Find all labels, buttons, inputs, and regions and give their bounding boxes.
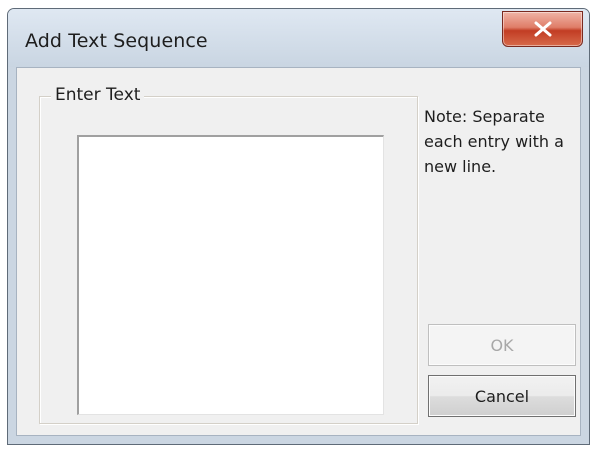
ok-button[interactable]: OK — [428, 324, 576, 366]
text-entry-field[interactable] — [77, 135, 384, 415]
note-text: Note: Separate each entry with a new lin… — [424, 107, 564, 176]
cancel-button[interactable]: Cancel — [428, 375, 576, 417]
title-bar[interactable]: Add Text Sequence — [8, 9, 589, 67]
dialog-client-area: Enter Text Note: Separate each entry wit… — [16, 67, 581, 436]
dialog-window: Add Text Sequence Enter Text Note: Separ… — [7, 8, 590, 445]
close-x-icon — [534, 21, 552, 37]
window-title: Add Text Sequence — [25, 30, 208, 52]
groupbox-label: Enter Text — [51, 85, 145, 105]
close-button[interactable] — [502, 11, 583, 47]
